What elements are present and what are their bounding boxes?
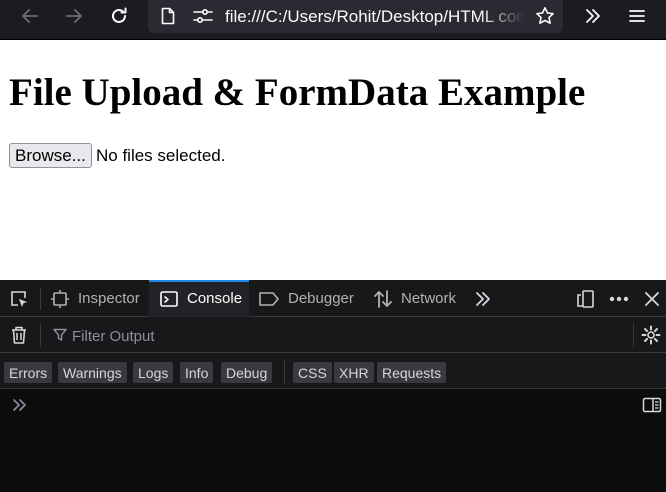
tab-console-label: Console: [187, 290, 243, 307]
console-icon: [160, 290, 178, 307]
tab-network-label: Network: [401, 290, 457, 307]
console-filter-bar: [0, 317, 666, 353]
tab-console[interactable]: Console: [149, 280, 249, 317]
page-title: File Upload & FormData Example: [9, 71, 586, 114]
filter-debug[interactable]: Debug: [221, 362, 273, 383]
url-text[interactable]: file:///C:/Users/Rohit/Desktop/HTML code…: [225, 7, 525, 27]
sidebar-toggle-icon[interactable]: [641, 395, 663, 415]
filter-xhr[interactable]: XHR: [334, 362, 374, 383]
browse-button[interactable]: Browse...: [9, 143, 92, 168]
browser-toolbar: file:///C:/Users/Rohit/Desktop/HTML code…: [0, 0, 666, 40]
bookmark-star-icon[interactable]: [531, 0, 559, 32]
log-level-filter-bar: Errors Warnings Logs Info Debug CSS XHR …: [0, 353, 666, 389]
chevron-double-right-icon: [586, 9, 600, 23]
filter-warnings[interactable]: Warnings: [58, 362, 127, 383]
more-options-icon[interactable]: [607, 288, 631, 310]
tab-inspector-label: Inspector: [78, 290, 140, 307]
filter-errors[interactable]: Errors: [4, 362, 53, 383]
network-icon: [374, 289, 392, 308]
page-content: File Upload & FormData Example Browse...…: [0, 41, 666, 280]
overflow-menu-button[interactable]: [578, 0, 608, 32]
settings-separator: [633, 323, 634, 347]
reload-button[interactable]: [103, 0, 135, 32]
hamburger-icon: [629, 10, 645, 22]
settings-gear-icon[interactable]: [640, 324, 662, 346]
reload-icon: [112, 7, 127, 23]
debugger-icon: [259, 291, 279, 306]
tab-debugger[interactable]: Debugger: [258, 280, 354, 317]
devtools-panel: Inspector Console Debugger Network Filte…: [0, 280, 666, 492]
filter-output-input[interactable]: [52, 326, 612, 346]
filter-group-separator: [284, 360, 285, 384]
forward-button[interactable]: [58, 0, 90, 32]
close-icon[interactable]: [641, 288, 663, 310]
devtools-toolbar: Inspector Console Debugger Network: [0, 280, 666, 317]
filter-logs[interactable]: Logs: [133, 362, 174, 383]
url-bar[interactable]: file:///C:/Users/Rohit/Desktop/HTML code…: [148, 0, 563, 33]
more-tabs-icon[interactable]: [472, 288, 494, 310]
filter-css[interactable]: CSS: [293, 362, 332, 383]
console-prompt-icon: [11, 396, 29, 414]
tab-inspector[interactable]: Inspector: [48, 280, 150, 317]
filter-requests[interactable]: Requests: [377, 362, 447, 383]
arrow-right-icon: [66, 9, 82, 23]
back-button[interactable]: [14, 0, 46, 32]
filter-info[interactable]: Info: [180, 362, 214, 383]
trash-icon[interactable]: [8, 324, 30, 346]
element-picker-icon[interactable]: [6, 286, 32, 312]
tab-network[interactable]: Network: [373, 280, 456, 317]
filter-separator: [40, 323, 41, 347]
site-permissions-icon[interactable]: [190, 0, 216, 32]
responsive-design-icon[interactable]: [575, 288, 597, 310]
file-status-text: No files selected.: [96, 146, 226, 165]
page-icon: [156, 0, 180, 32]
tab-debugger-label: Debugger: [288, 290, 354, 307]
app-menu-button[interactable]: [622, 0, 652, 32]
console-output[interactable]: [0, 389, 666, 492]
arrow-left-icon: [22, 9, 38, 23]
inspector-icon: [51, 289, 69, 308]
toolbar-separator: [40, 288, 41, 310]
